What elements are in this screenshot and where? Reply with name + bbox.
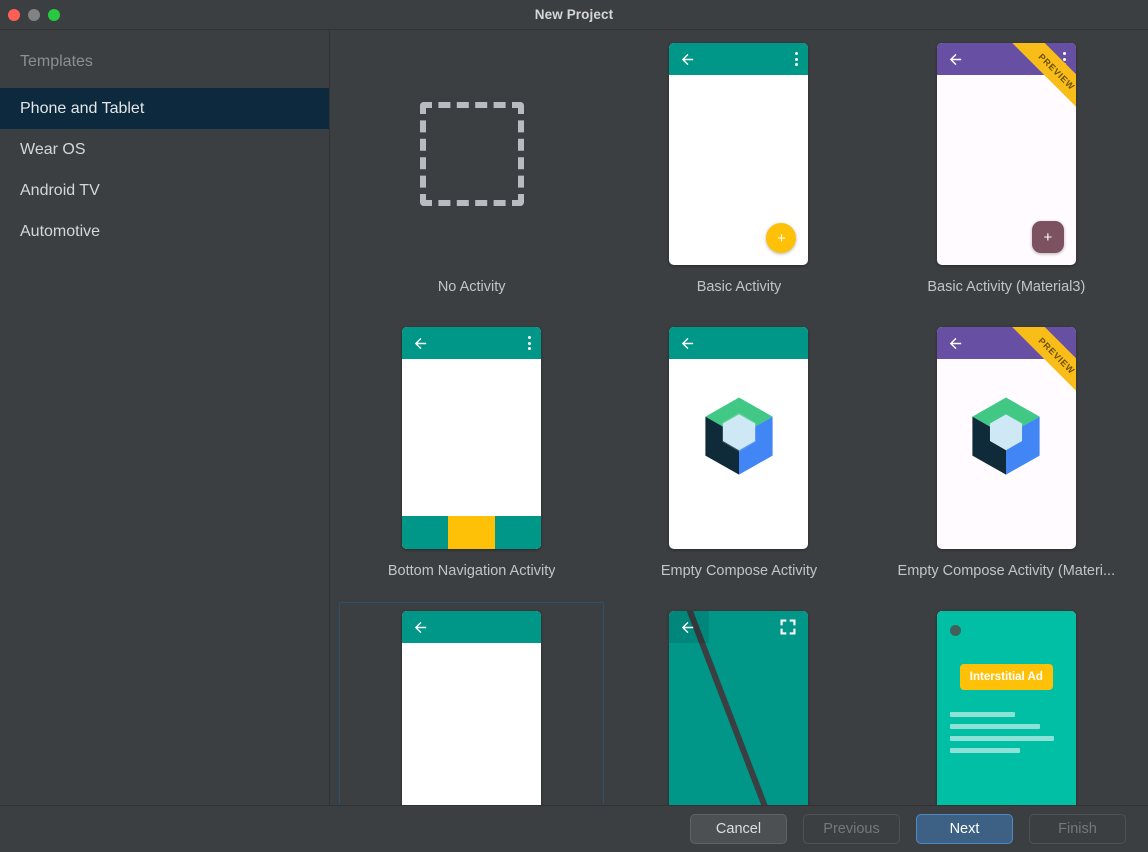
title-bar: New Project bbox=[0, 0, 1148, 30]
phone-preview: Interstitial Ad bbox=[936, 611, 1076, 805]
template-card-empty-compose-activity[interactable]: Empty Compose Activity bbox=[605, 314, 872, 598]
jetpack-compose-logo-icon bbox=[972, 397, 1040, 475]
maximize-button[interactable] bbox=[48, 8, 60, 21]
back-arrow-icon bbox=[949, 337, 961, 349]
jetpack-compose-logo-icon bbox=[705, 397, 773, 475]
app-bar bbox=[669, 327, 809, 359]
template-card-admob-ads-activity[interactable]: Interstitial Ad bbox=[873, 598, 1140, 805]
dialog-body: Templates Phone and Tablet Wear OS Andro… bbox=[0, 30, 1148, 805]
dashed-square-icon bbox=[419, 102, 524, 206]
dialog-footer: Cancel Previous Next Finish bbox=[0, 805, 1148, 852]
cancel-button[interactable]: Cancel bbox=[690, 814, 787, 844]
close-button[interactable] bbox=[8, 8, 20, 21]
interstitial-ad-button: Interstitial Ad bbox=[959, 664, 1053, 690]
sidebar-item-label: Wear OS bbox=[20, 140, 86, 158]
sidebar-item-android-tv[interactable]: Android TV bbox=[0, 170, 329, 211]
bottom-nav-item bbox=[402, 516, 449, 549]
template-card-fullscreen-activity[interactable] bbox=[605, 598, 872, 805]
app-bar bbox=[669, 611, 808, 643]
template-label: Empty Compose Activity bbox=[660, 563, 818, 579]
template-thumbnail bbox=[669, 327, 809, 549]
bottom-nav-item bbox=[494, 516, 542, 549]
placeholder-text-lines bbox=[949, 712, 1063, 753]
floating-action-button: + bbox=[766, 223, 797, 253]
sidebar-item-wear-os[interactable]: Wear OS bbox=[0, 129, 329, 170]
app-bar bbox=[402, 327, 542, 359]
template-thumbnail: + PREVIEW bbox=[936, 43, 1076, 265]
app-bar bbox=[669, 43, 809, 75]
admob-preview-body: Interstitial Ad bbox=[936, 611, 1076, 805]
template-thumbnail bbox=[669, 611, 809, 805]
app-bar bbox=[402, 611, 542, 643]
window-controls bbox=[0, 8, 60, 21]
phone-preview: PREVIEW bbox=[936, 327, 1076, 549]
next-button[interactable]: Next bbox=[916, 814, 1013, 844]
phone-preview bbox=[669, 611, 809, 805]
back-arrow-icon bbox=[682, 621, 694, 633]
sidebar-item-automotive[interactable]: Automotive bbox=[0, 211, 329, 252]
template-thumbnail: + bbox=[669, 43, 809, 265]
template-thumbnail bbox=[402, 327, 542, 549]
template-card-bottom-navigation-activity[interactable]: Bottom Navigation Activity bbox=[338, 314, 605, 598]
overflow-menu-icon bbox=[795, 52, 799, 66]
bottom-nav-item-active bbox=[448, 516, 495, 549]
fullscreen-expand-icon bbox=[780, 619, 796, 635]
template-card-basic-activity-material3[interactable]: + PREVIEW Basic Activity (Material3) bbox=[873, 30, 1140, 314]
app-bar bbox=[936, 43, 1076, 75]
previous-button[interactable]: Previous bbox=[803, 814, 900, 844]
template-gallery[interactable]: No Activity + Basic Activity + PREVIEW B… bbox=[330, 30, 1148, 805]
phone-preview bbox=[402, 611, 542, 805]
avatar-dot-icon bbox=[949, 625, 961, 636]
fullscreen-preview-body bbox=[669, 611, 809, 805]
placeholder-line bbox=[949, 724, 1041, 729]
template-label: Basic Activity bbox=[696, 279, 782, 295]
back-arrow-icon bbox=[682, 53, 694, 65]
new-project-dialog: New Project Templates Phone and Tablet W… bbox=[0, 0, 1148, 852]
template-thumbnail bbox=[402, 611, 542, 805]
phone-preview bbox=[402, 327, 542, 549]
templates-sidebar: Templates Phone and Tablet Wear OS Andro… bbox=[0, 30, 330, 805]
template-label: Bottom Navigation Activity bbox=[387, 563, 556, 579]
template-thumbnail bbox=[402, 43, 541, 265]
template-thumbnail: PREVIEW bbox=[936, 327, 1076, 549]
overflow-menu-icon bbox=[528, 336, 532, 350]
placeholder-line bbox=[949, 712, 1016, 717]
template-thumbnail: Interstitial Ad bbox=[936, 611, 1076, 805]
template-label: Basic Activity (Material3) bbox=[927, 279, 1086, 295]
placeholder-line bbox=[949, 736, 1054, 741]
overflow-menu-icon bbox=[1062, 52, 1066, 66]
phone-preview: + PREVIEW bbox=[936, 43, 1076, 265]
minimize-button[interactable] bbox=[28, 8, 40, 21]
sidebar-header: Templates bbox=[20, 53, 93, 70]
sidebar-item-label: Android TV bbox=[20, 181, 100, 199]
phone-preview bbox=[669, 327, 809, 549]
window-title: New Project bbox=[534, 7, 614, 22]
template-card-selected[interactable] bbox=[338, 598, 605, 805]
finish-button[interactable]: Finish bbox=[1029, 814, 1126, 844]
template-grid: No Activity + Basic Activity + PREVIEW B… bbox=[330, 30, 1148, 805]
template-card-empty-compose-activity-material3[interactable]: PREVIEW Empty Compose Activity (Materi..… bbox=[873, 314, 1140, 598]
template-label: Empty Compose Activity (Materi... bbox=[897, 563, 1116, 579]
sidebar-item-label: Automotive bbox=[20, 222, 101, 240]
template-card-no-activity[interactable]: No Activity bbox=[338, 30, 605, 314]
bottom-navigation-bar bbox=[402, 516, 542, 549]
back-arrow-icon bbox=[949, 53, 961, 65]
app-bar bbox=[936, 327, 1076, 359]
sidebar-item-phone-and-tablet[interactable]: Phone and Tablet bbox=[0, 88, 329, 129]
back-arrow-icon bbox=[682, 337, 694, 349]
back-arrow-icon bbox=[414, 337, 427, 349]
template-card-basic-activity[interactable]: + Basic Activity bbox=[605, 30, 872, 314]
phone-preview: + bbox=[669, 43, 809, 265]
template-label: No Activity bbox=[437, 279, 506, 295]
floating-action-button: + bbox=[1031, 221, 1064, 253]
back-arrow-icon bbox=[414, 621, 427, 633]
sidebar-item-label: Phone and Tablet bbox=[20, 99, 145, 117]
placeholder-line bbox=[949, 748, 1020, 753]
